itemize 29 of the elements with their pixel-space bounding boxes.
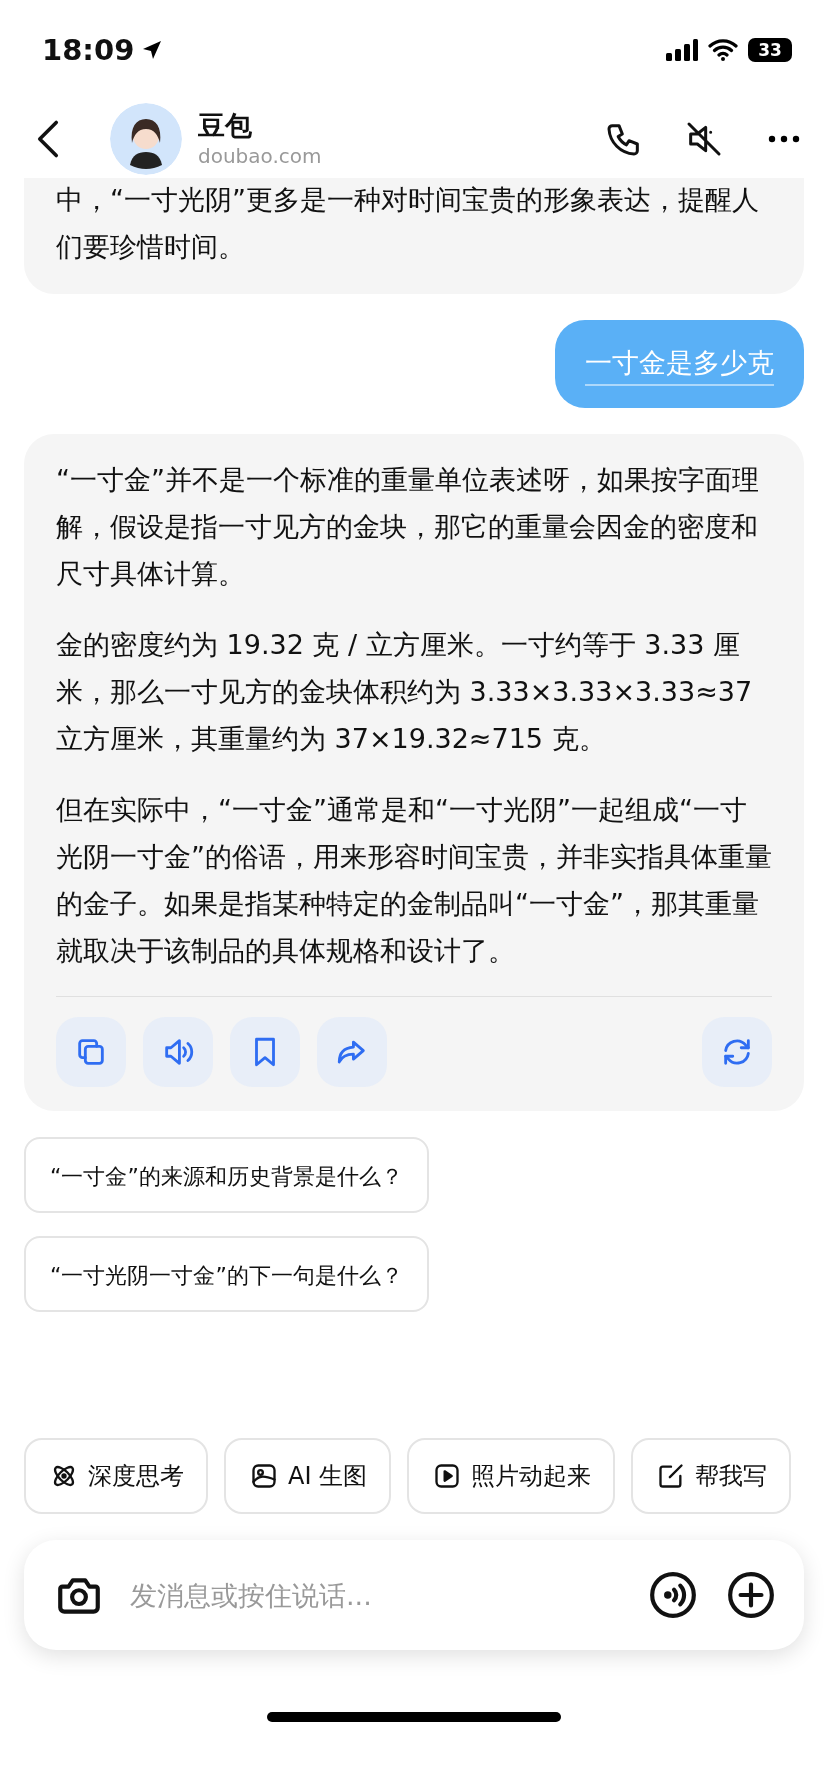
voice-icon[interactable] — [648, 1570, 698, 1620]
suggestion-chip[interactable]: “一寸光阴一寸金”的下一句是什么？ — [24, 1236, 429, 1312]
regenerate-button[interactable] — [702, 1017, 772, 1087]
message-input[interactable]: 发消息或按住说话... — [128, 1578, 648, 1612]
share-button[interactable] — [317, 1017, 387, 1087]
bookmark-button[interactable] — [230, 1017, 300, 1087]
signal-icon — [666, 39, 698, 61]
play-icon — [433, 1462, 462, 1490]
chat-title: 豆包 — [198, 109, 253, 143]
wifi-icon — [708, 39, 738, 61]
image-icon — [250, 1462, 278, 1490]
battery-indicator: 33 — [748, 38, 792, 62]
chat-subtitle: doubao.com — [198, 143, 323, 169]
message-paragraph: “一寸金”并不是一个标准的重量单位表述呀，如果按字面理解，假设是指一寸见方的金块，那它的重量会因金的密度和尺寸具体计算。 — [56, 463, 760, 591]
tool-chip[interactable]: 照片动起来 — [407, 1438, 616, 1514]
message-paragraph: 金的密度约为 19.32 克 / 立方厘米。一寸约等于 3.33 厘米，那么一寸见方的金块体积约为 3.33×3.33×3.33≈37 立方厘米，其重量约为 37×19.32≈715 克。 — [56, 628, 754, 756]
tool-chip[interactable]: AI 生图 — [224, 1438, 392, 1514]
suggestion-chip[interactable]: “一寸金”的来源和历史背景是什么？ — [24, 1137, 429, 1213]
edit-icon — [657, 1462, 686, 1490]
message-paragraph: 中，“一寸光阴”更多是一种对时间宝贵的形象表达，提醒人们要珍惜时间。 — [56, 183, 760, 264]
add-icon[interactable] — [726, 1570, 776, 1620]
tool-chip[interactable]: 深度思考 — [24, 1438, 208, 1514]
status-time: 18:09 — [42, 33, 135, 67]
tool-chip[interactable]: 帮我写 — [631, 1438, 792, 1514]
speaker-button[interactable] — [143, 1017, 213, 1087]
user-message: 一寸金是多少克 — [555, 320, 804, 408]
copy-button[interactable] — [56, 1017, 126, 1087]
avatar-icon — [110, 103, 182, 175]
message-paragraph: 但在实际中，“一寸金”通常是和“一寸光阴”一起组成“一寸光阴一寸金”的俗语，用来形容时间宝贵，并非实指具体重量的金子。如果是指某种特定的金制品叫“一寸金”，那其重量就取决于该制品的具体规格和设计了。 — [56, 793, 772, 968]
